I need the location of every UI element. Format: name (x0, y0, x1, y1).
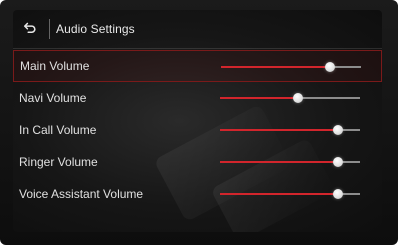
volume-slider-thumb[interactable] (332, 157, 343, 167)
volume-row[interactable]: Navi Volume (13, 82, 382, 114)
volume-row-label: Voice Assistant Volume (19, 187, 144, 201)
head-unit-screen: Audio Settings Main Volume Navi Volume In … (0, 0, 398, 245)
volume-slider[interactable] (220, 189, 360, 199)
back-button[interactable] (13, 10, 47, 48)
volume-slider-fill (220, 161, 338, 163)
volume-row-label: Ringer Volume (19, 155, 98, 169)
volume-row-label: Navi Volume (19, 91, 87, 105)
volume-slider-thumb[interactable] (293, 93, 304, 103)
volume-slider-fill (220, 129, 338, 131)
volume-row[interactable]: Voice Assistant Volume (13, 178, 382, 210)
volume-row[interactable]: In Call Volume (13, 114, 382, 146)
volume-slider-fill (220, 97, 299, 99)
volume-slider-thumb[interactable] (332, 189, 343, 199)
header-divider (49, 19, 50, 39)
volume-slider[interactable] (220, 157, 360, 167)
volume-slider-fill (220, 193, 338, 195)
display-panel: Audio Settings Main Volume Navi Volume In … (13, 10, 382, 232)
volume-row[interactable]: Main Volume (13, 50, 382, 82)
volume-row-label: In Call Volume (19, 123, 97, 137)
volume-slider[interactable] (220, 125, 360, 135)
volume-slider-fill (221, 66, 331, 68)
volume-slider[interactable] (221, 62, 361, 72)
header-underline (13, 48, 382, 49)
page-title: Audio Settings (56, 22, 135, 36)
volume-slider[interactable] (220, 93, 360, 103)
header-bar: Audio Settings (13, 10, 382, 48)
volume-row-label: Main Volume (20, 59, 90, 73)
volume-row[interactable]: Ringer Volume (13, 146, 382, 178)
volume-slider-thumb[interactable] (325, 62, 336, 72)
volume-slider-thumb[interactable] (332, 125, 343, 135)
back-arrow-icon (23, 20, 37, 39)
